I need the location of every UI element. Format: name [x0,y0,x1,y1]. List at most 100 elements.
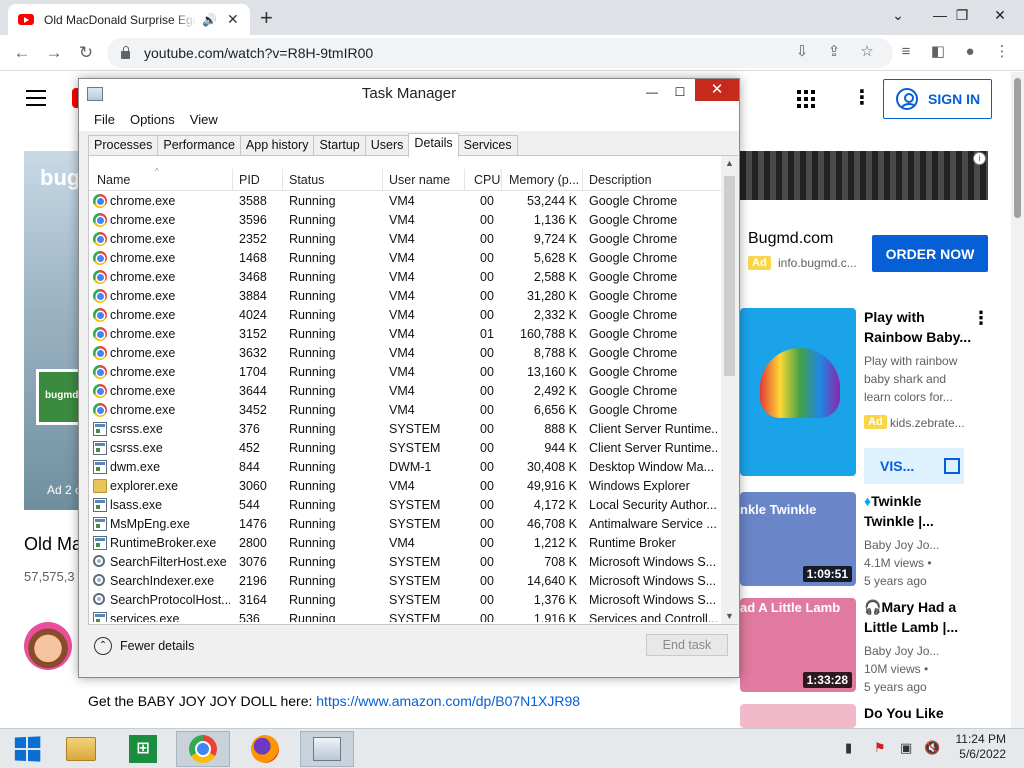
process-row[interactable]: dwm.exe 844 Running DWM-1 00 30,408 K Desktop … [89,458,721,477]
process-row[interactable]: chrome.exe 3468 Running VM4 00 2,588 K Google … [89,268,721,287]
profile-icon[interactable]: ● [960,41,980,61]
process-row[interactable]: services.exe 536 Running SYSTEM 00 1,916 K Ser… [89,610,721,622]
process-row[interactable]: csrss.exe 452 Running SYSTEM 00 944 K Client S… [89,439,721,458]
menu-file[interactable]: File [79,109,122,131]
menu-view[interactable]: View [182,109,225,131]
fewer-details-button[interactable]: ⌃ Fewer details [94,637,194,655]
new-tab-button[interactable]: + [260,5,273,31]
column-divider[interactable] [464,169,465,191]
chrome-menu-icon[interactable]: ⋮ [992,41,1012,61]
task-manager-taskbar-button[interactable] [300,731,354,767]
column-user-name[interactable]: User name [389,173,450,187]
process-list-scrollbar[interactable]: ▲ ▼ [721,156,738,624]
rec-title[interactable]: ♦Twinkle Twinkle |... [864,491,974,531]
scrollbar-thumb[interactable] [724,176,735,376]
process-row[interactable]: chrome.exe 3632 Running VM4 00 8,788 K Google … [89,344,721,363]
column-divider[interactable] [382,169,383,191]
process-row[interactable]: explorer.exe 3060 Running VM4 00 49,916 K Wind… [89,477,721,496]
lock-icon[interactable] [121,46,130,59]
bookmark-star-icon[interactable]: ☆ [857,41,877,61]
visit-site-button[interactable]: VIS... [864,448,964,484]
process-row[interactable]: SearchProtocolHost.... 3164 Running SYSTEM 0… [89,591,721,610]
process-row[interactable]: chrome.exe 4024 Running VM4 00 2,332 K Google … [89,306,721,325]
tab-search-chevron-icon[interactable]: ⌄ [878,0,918,30]
process-row[interactable]: lsass.exe 544 Running SYSTEM 00 4,172 K Local … [89,496,721,515]
scroll-down-icon[interactable]: ▼ [725,611,734,621]
task-manager-titlebar[interactable]: Task Manager — ☐ ✕ [79,79,739,109]
speaker-icon[interactable]: 🔊 [202,13,217,27]
order-now-button[interactable]: ORDER NOW [872,235,988,272]
process-row[interactable]: chrome.exe 3596 Running VM4 00 1,136 K Google … [89,211,721,230]
file-explorer-button[interactable] [54,731,108,767]
column-divider[interactable] [582,169,583,191]
tab-close-icon[interactable]: ✕ [227,11,239,28]
rec-thumbnail[interactable] [740,308,856,476]
process-row[interactable]: chrome.exe 2352 Running VM4 00 9,724 K Google … [89,230,721,249]
rec-title[interactable]: 🎧Mary Had a Little Lamb |... [864,597,974,637]
end-task-button[interactable]: End task [646,634,728,656]
tab-app-history[interactable]: App history [239,135,315,156]
side-panel-icon[interactable]: ◧ [928,41,948,61]
channel-avatar[interactable] [24,622,72,670]
media-control-icon[interactable]: ≡ [896,41,916,61]
column-status[interactable]: Status [289,173,324,187]
scroll-up-icon[interactable]: ▲ [725,158,734,168]
video-ad-tile[interactable]: bugmd [36,369,84,425]
system-clock[interactable]: 11:24 PM 5/6/2022 [950,732,1006,762]
column-divider[interactable] [501,169,502,191]
column-divider[interactable] [282,169,283,191]
process-row[interactable]: chrome.exe 3884 Running VM4 00 31,280 K Google… [89,287,721,306]
tab-services[interactable]: Services [457,135,518,156]
address-bar[interactable]: youtube.com/watch?v=R8H-9tmIR00 [107,38,893,68]
firefox-taskbar-button[interactable] [238,731,292,767]
close-window-button[interactable]: ✕ [980,0,1020,30]
process-row[interactable]: chrome.exe 1704 Running VM4 00 13,160 K Google… [89,363,721,382]
column-name[interactable]: Name [97,173,130,187]
install-app-icon[interactable]: ⇩ [792,41,812,61]
process-row[interactable]: chrome.exe 3452 Running VM4 00 6,656 K Google … [89,401,721,420]
tm-close-button[interactable]: ✕ [695,79,739,101]
apps-grid-icon[interactable] [797,90,815,108]
column-memory[interactable]: Memory (p... [509,173,579,187]
browser-tab[interactable]: Old MacDonald Surprise Eggs 🔊 ✕ [8,4,250,35]
store-button[interactable]: ⊞ [116,731,170,767]
process-row[interactable]: csrss.exe 376 Running SYSTEM 00 888 K Client S… [89,420,721,439]
column-divider[interactable] [232,169,233,191]
share-icon[interactable]: ⇪ [824,41,844,61]
process-row[interactable]: chrome.exe 3588 Running VM4 00 53,244 K Google… [89,192,721,211]
info-icon[interactable]: i [973,152,986,165]
tab-startup[interactable]: Startup [313,135,366,156]
sign-in-button[interactable]: SIGN IN [883,79,992,119]
network-icon[interactable]: ▣ [900,740,912,756]
tab-users[interactable]: Users [364,135,410,156]
rec-thumbnail[interactable] [740,704,856,728]
column-cpu[interactable]: CPU [474,173,500,187]
tm-maximize-button[interactable]: ☐ [667,81,693,103]
page-scrollbar[interactable] [1011,72,1024,728]
rec-more-icon[interactable]: ⋮ [972,308,990,329]
tab-performance[interactable]: Performance [157,135,241,156]
forward-button[interactable]: → [42,41,66,65]
process-row[interactable]: SearchIndexer.exe 2196 Running SYSTEM 00 14,6… [89,572,721,591]
description-link[interactable]: https://www.amazon.com/dp/B07N1XJR98 [316,693,580,709]
rec-thumbnail[interactable]: ad A Little Lamb 1:33:28 [740,598,856,692]
volume-muted-icon[interactable]: 🔇 [924,740,940,756]
process-row[interactable]: chrome.exe 3644 Running VM4 00 2,492 K Google … [89,382,721,401]
tab-details[interactable]: Details [408,133,459,157]
show-desktop-icon[interactable]: ▮ [845,740,852,756]
process-row[interactable]: SearchFilterHost.exe 3076 Running SYSTEM 00 7… [89,553,721,572]
menu-options[interactable]: Options [122,109,182,131]
tab-processes[interactable]: Processes [88,135,159,156]
settings-more-icon[interactable]: ⋮ [852,88,872,108]
rec-thumbnail[interactable]: nkle Twinkle 1:09:51 [740,492,856,586]
process-row[interactable]: MsMpEng.exe 1476 Running SYSTEM 00 46,708 K An… [89,515,721,534]
video-player[interactable] [24,151,84,510]
action-center-icon[interactable]: ⚑ [874,740,886,756]
process-row[interactable]: chrome.exe 1468 Running VM4 00 5,628 K Google … [89,249,721,268]
hamburger-menu-icon[interactable] [26,90,46,111]
tm-minimize-button[interactable]: — [639,81,665,103]
chrome-taskbar-button[interactable] [176,731,230,767]
column-description[interactable]: Description [589,173,652,187]
start-button[interactable] [0,731,54,767]
process-list[interactable]: chrome.exe 3588 Running VM4 00 53,244 K Google… [89,192,721,622]
